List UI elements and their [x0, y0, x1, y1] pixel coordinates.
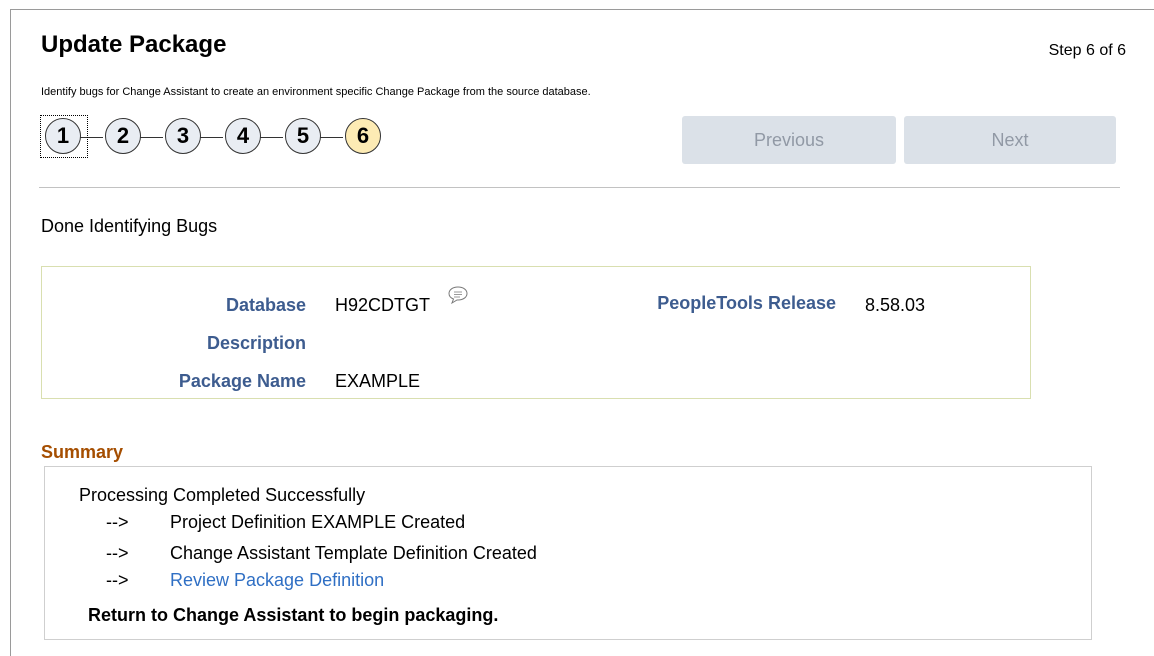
summary-heading: Summary — [41, 442, 124, 462]
step-indicator: Step 6 of 6 — [1048, 42, 1126, 59]
train-connector — [259, 137, 283, 138]
status-message: Done Identifying Bugs — [41, 216, 218, 236]
summary-line-template-text: Change Assistant Template Definition Cre… — [170, 543, 537, 563]
summary-line-review: --> Review Package Definition — [106, 570, 384, 591]
frame-left-border — [10, 9, 11, 656]
comment-icon[interactable] — [447, 285, 469, 305]
package-name-value: EXAMPLE — [335, 371, 421, 391]
summary-line-project: --> Project Definition EXAMPLE Created — [106, 512, 465, 533]
step-5-button[interactable]: 5 — [285, 118, 321, 154]
step-1-button[interactable]: 1 — [45, 118, 81, 154]
database-value: H92CDTGT — [335, 295, 431, 315]
arrow-text: --> — [106, 512, 129, 532]
review-package-definition-link[interactable]: Review Package Definition — [170, 570, 384, 590]
summary-processing-text: Processing Completed Successfully — [79, 485, 366, 505]
page-title: Update Package — [41, 31, 227, 58]
next-button[interactable]: Next — [904, 116, 1116, 164]
peopletools-release-label: PeopleTools Release — [657, 293, 836, 313]
train-connector — [199, 137, 223, 138]
description-label: Description — [206, 333, 306, 353]
summary-line-project-text: Project Definition EXAMPLE Created — [170, 512, 466, 532]
frame-top-border — [10, 9, 1154, 10]
header-divider — [39, 187, 1120, 188]
step-3-button[interactable]: 3 — [165, 118, 201, 154]
arrow-text: --> — [106, 570, 129, 590]
summary-line-template: --> Change Assistant Template Definition … — [106, 543, 537, 564]
arrow-text: --> — [106, 543, 129, 563]
page-instructions: Identify bugs for Change Assistant to cr… — [41, 86, 591, 98]
database-label: Database — [225, 295, 306, 315]
train-connector — [319, 137, 343, 138]
step-6-button[interactable]: 6 — [345, 118, 381, 154]
summary-final-instruction: Return to Change Assistant to begin pack… — [88, 605, 499, 625]
step-train: 1 2 3 4 5 6 — [40, 115, 401, 159]
train-connector — [139, 137, 163, 138]
step-4-button[interactable]: 4 — [225, 118, 261, 154]
peopletools-release-value: 8.58.03 — [865, 295, 926, 315]
summary-box: Processing Completed Successfully --> Pro… — [44, 466, 1092, 640]
package-info-box: Database H92CDTGT Description Package Na… — [41, 266, 1031, 399]
step-2-button[interactable]: 2 — [105, 118, 141, 154]
package-name-label: Package Name — [178, 371, 306, 391]
previous-button[interactable]: Previous — [682, 116, 896, 164]
